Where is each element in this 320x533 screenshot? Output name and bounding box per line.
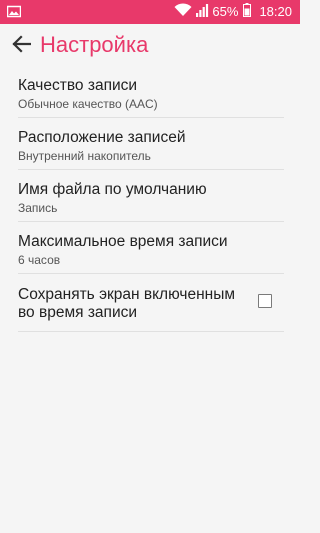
arrow-left-icon [12,35,31,53]
wifi-icon [174,2,192,22]
setting-title: Максимальное время записи [18,233,228,250]
back-button[interactable] [8,31,34,57]
clock: 18:20 [259,4,292,19]
status-bar: 65% 18:20 [0,0,300,24]
setting-title: Качество записи [18,77,138,94]
setting-default-filename[interactable]: Имя файла по умолчанию Запись [18,170,284,222]
battery-percent: 65% [212,4,239,19]
setting-title: Сохранять экран включенным во время запи… [18,286,248,322]
keep-screen-on-checkbox[interactable] [258,294,272,308]
battery-icon [243,2,252,22]
page-title: Настройка [40,32,149,57]
setting-title: Расположение записей [18,129,186,146]
setting-title-line2: во время записи [18,304,138,321]
setting-recording-location[interactable]: Расположение записей Внутренний накопите… [18,118,284,170]
setting-title: Имя файла по умолчанию [18,181,207,198]
setting-recording-quality[interactable]: Качество записи Обычное качество (AAC) [18,66,284,118]
setting-value: Внутренний накопитель [18,149,151,163]
signal-icon [195,3,209,22]
setting-value: 6 часов [18,253,61,267]
notification-image-icon [6,5,22,23]
app-bar: Настройка [0,24,300,66]
setting-value: Обычное качество (AAC) [18,97,158,111]
setting-max-recording-time[interactable]: Максимальное время записи 6 часов [18,222,284,274]
settings-list: Качество записи Обычное качество (AAC) Р… [0,66,300,332]
setting-title-line1: Сохранять экран включенным [18,286,235,303]
setting-value: Запись [18,201,58,215]
setting-keep-screen-on[interactable]: Сохранять экран включенным во время запи… [18,274,284,332]
